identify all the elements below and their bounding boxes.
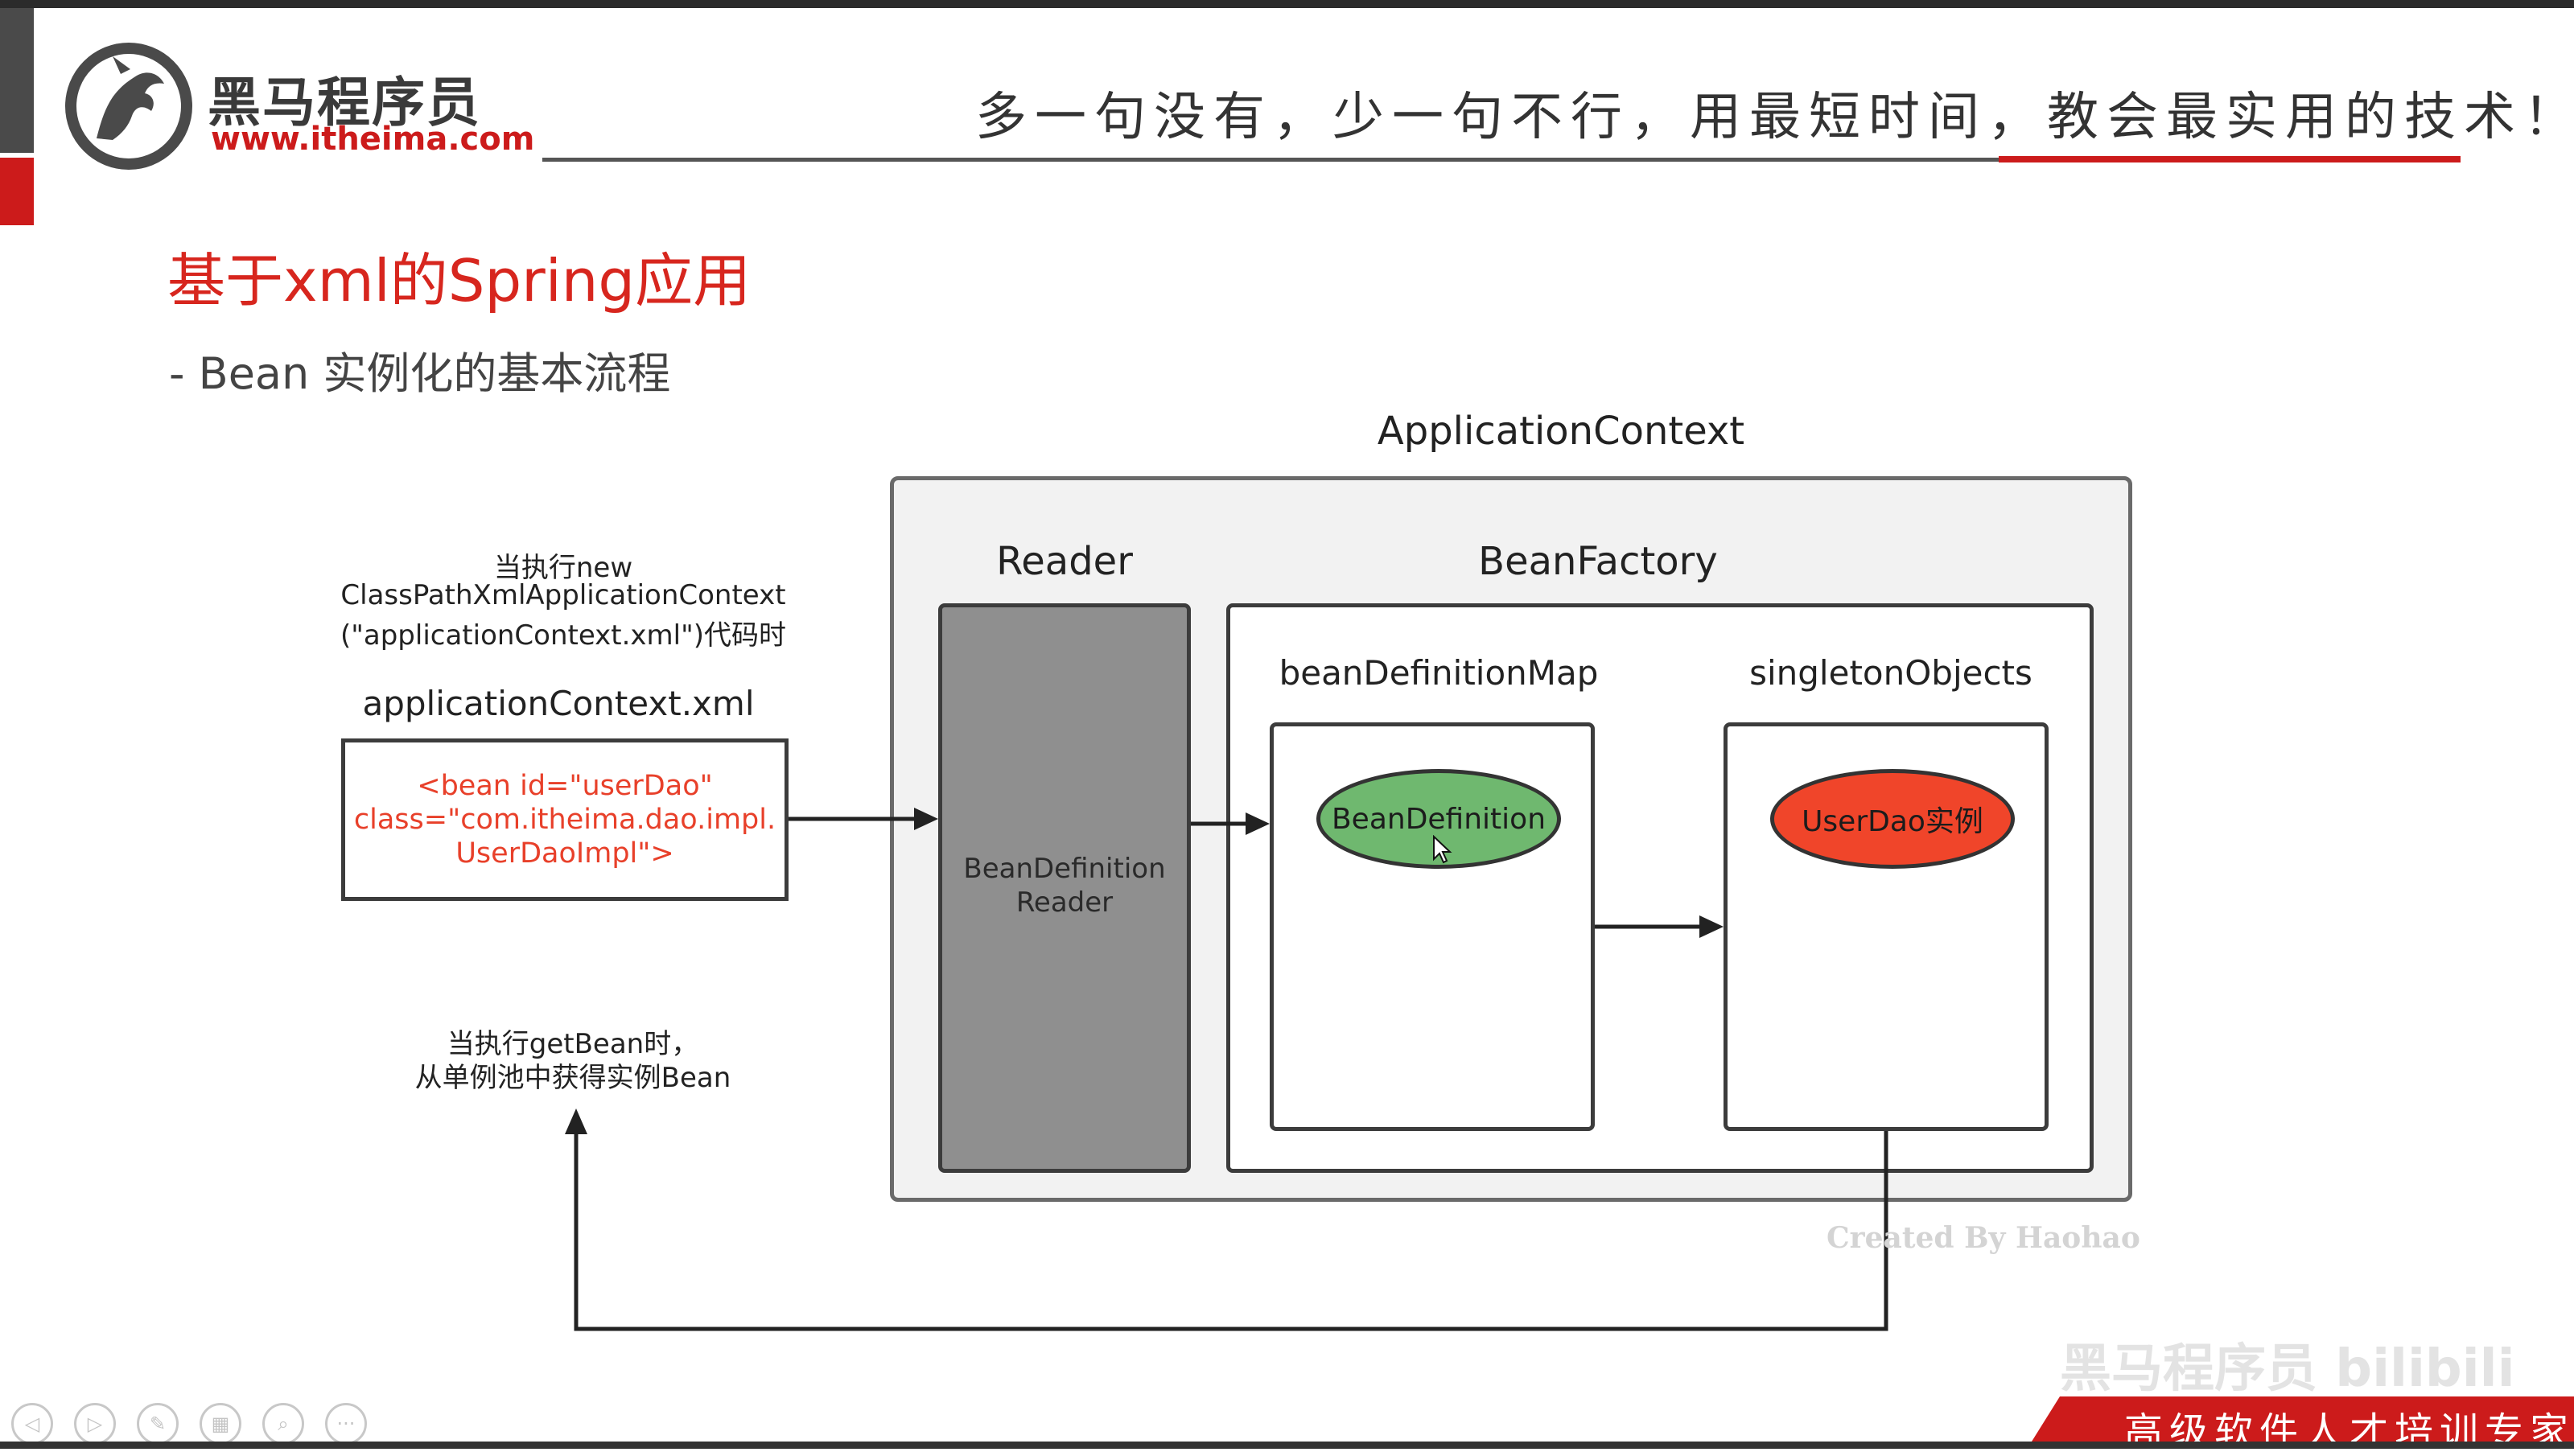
- created-by-watermark: Created By Haohao: [1827, 1221, 2140, 1255]
- more-icon[interactable]: ···: [325, 1403, 367, 1445]
- singleton-objects-label: singletonObjects: [1749, 653, 2032, 693]
- left-accent-red: [0, 158, 34, 225]
- reader-box-text-line1: BeanDefinition: [963, 853, 1166, 885]
- left-accent-dark: [0, 8, 34, 153]
- top-band: [0, 0, 2574, 8]
- bean-definition-map-label: beanDefinitionMap: [1279, 653, 1599, 693]
- banner-slant: [2028, 1396, 2060, 1448]
- note-new-line2: ClassPathXmlApplicationContext: [340, 579, 786, 611]
- xml-bean-code: <bean id="userDao" class="com.itheima.da…: [353, 770, 776, 870]
- bottom-bar: [0, 1442, 2574, 1449]
- note-new-line3: ("applicationContext.xml")代码时: [340, 619, 787, 652]
- slogan: 多一句没有，少一句不行，用最短时间，教会最实用的技术！: [975, 88, 2574, 147]
- application-context-label: ApplicationContext: [1377, 409, 1745, 454]
- pen-icon[interactable]: ✎: [137, 1403, 179, 1445]
- reader-label: Reader: [996, 539, 1133, 584]
- note-getbean-line2: 从单例池中获得实例Bean: [414, 1062, 731, 1094]
- corner-watermark: 黑马程序员 bilibili: [2060, 1339, 2515, 1399]
- slides-grid-icon[interactable]: ▦: [200, 1403, 241, 1445]
- page-title: 基于xml的Spring应用: [167, 247, 752, 315]
- userdao-instance-ellipse: UserDao实例: [1770, 769, 2015, 869]
- next-slide-icon[interactable]: ▷: [74, 1403, 116, 1445]
- zoom-icon[interactable]: ⌕: [262, 1403, 304, 1445]
- mouse-cursor-icon: [1433, 835, 1452, 864]
- reader-box-text-line2: Reader: [1015, 886, 1114, 919]
- page-subtitle: - Bean 实例化的基本流程: [169, 348, 671, 399]
- bean-factory-label: BeanFactory: [1478, 539, 1718, 584]
- horse-logo-icon: [65, 43, 192, 170]
- xml-file-label: applicationContext.xml: [362, 684, 755, 723]
- header-divider-accent: [1999, 156, 2461, 162]
- logo-url: www.itheima.com: [211, 121, 535, 158]
- prev-slide-icon[interactable]: ◁: [11, 1403, 53, 1445]
- xml-bean-config-box: <bean id="userDao" class="com.itheima.da…: [341, 738, 789, 901]
